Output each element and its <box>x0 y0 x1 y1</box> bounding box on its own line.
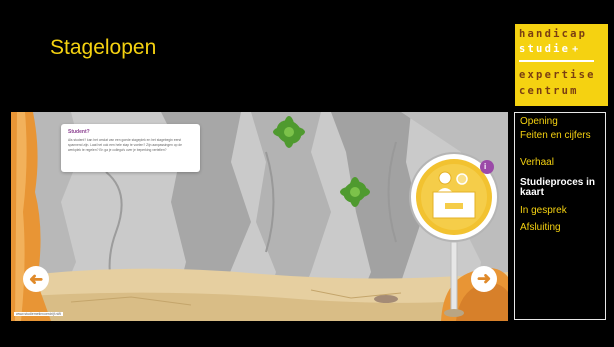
menu-item-opening[interactable]: Opening <box>520 117 605 127</box>
menu-item-afsluiting[interactable]: Afsluiting <box>520 223 605 233</box>
logo-rule <box>519 60 594 62</box>
menu-item-in-gesprek[interactable]: In gesprek <box>520 206 605 216</box>
menu-item-verhaal[interactable]: Verhaal <box>520 158 605 168</box>
scene-canvas[interactable]: Student? Als student? kan het omdat van … <box>11 112 508 321</box>
arrow-left-glyph: ➜ <box>28 270 44 289</box>
hsec-logo[interactable]: handicap studie + expertise centrum <box>515 24 608 106</box>
arrow-right-glyph: ➜ <box>476 269 492 288</box>
info-card: Student? Als student? kan het omdat van … <box>61 124 200 172</box>
logo-line-studie: studie + <box>519 43 580 55</box>
info-card-title: Student? <box>68 129 90 135</box>
menu-item-feiten-en-cijfers[interactable]: Feiten en cijfers <box>520 131 605 141</box>
side-menu: Opening Feiten en cijfers Verhaal Studie… <box>514 112 606 320</box>
logo-line-handicap: handicap <box>519 28 588 40</box>
info-card-text: Als student? kan het omdat van een goede… <box>68 138 183 153</box>
page-title: Stagelopen <box>50 36 157 59</box>
logo-line-centrum: centrum <box>519 85 579 97</box>
arrow-left-icon[interactable]: ➜ <box>23 266 49 292</box>
logo-line-studie-text: studie <box>519 43 571 55</box>
logo-line-expertise: expertise <box>519 69 596 81</box>
arrow-right-icon[interactable]: ➜ <box>471 266 497 292</box>
footer-url: www.studiemetinvoerdrijf.nl/tl <box>14 312 64 316</box>
logo-plus: + <box>572 44 581 55</box>
info-badge[interactable]: i <box>484 162 486 171</box>
menu-item-studieproces-in-kaart[interactable]: Studieproces in kaart <box>520 178 605 198</box>
